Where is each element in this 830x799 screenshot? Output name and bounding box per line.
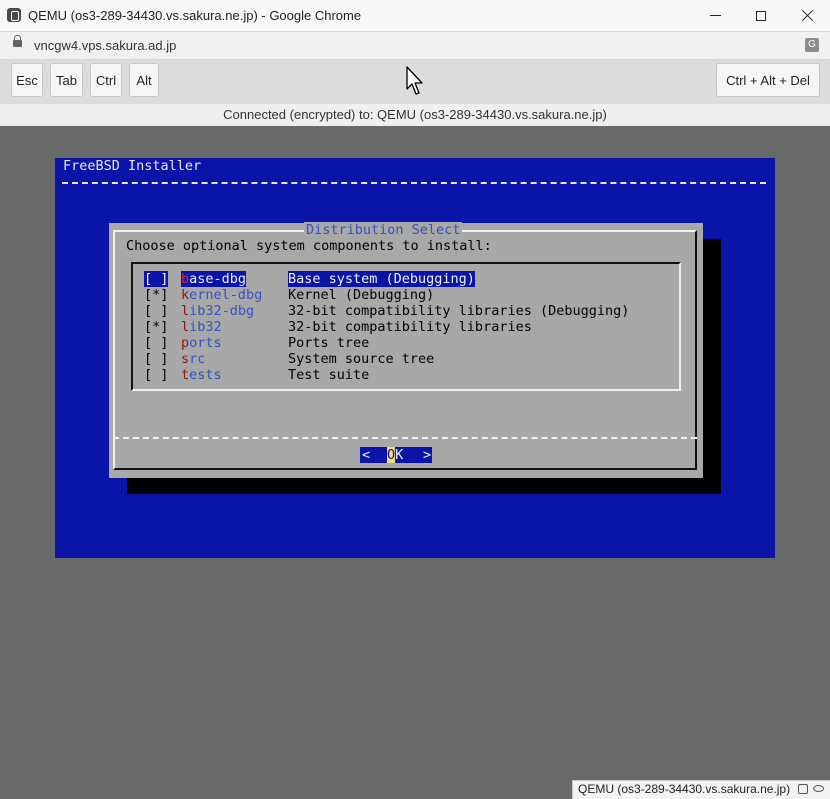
connection-status-text: Connected (encrypted) to: QEMU (os3-289-…	[223, 107, 607, 122]
component-item-ports[interactable]: [ ] ports Ports tree	[144, 335, 369, 351]
component-description: 32-bit compatibility libraries	[288, 319, 532, 335]
close-button[interactable]	[784, 0, 830, 31]
url-text[interactable]: vncgw4.vps.sakura.ad.jp	[34, 38, 176, 53]
installer-title: FreeBSD Installer	[63, 158, 202, 174]
checkbox[interactable]: [ ]	[144, 367, 168, 383]
minimize-icon	[709, 15, 721, 16]
translate-icon[interactable]: G	[805, 38, 819, 52]
component-description: Base system (Debugging)	[288, 271, 475, 287]
checkbox[interactable]: [ ]	[144, 303, 168, 319]
component-item-kernel-dbg[interactable]: [*] kernel-dbg Kernel (Debugging)	[144, 287, 434, 303]
mouse-cursor-icon	[406, 66, 423, 95]
component-item-lib32-dbg[interactable]: [ ] lib32-dbg 32-bit compatibility libra…	[144, 303, 629, 319]
component-description: 32-bit compatibility libraries (Debuggin…	[288, 303, 630, 319]
maximize-icon	[756, 10, 766, 21]
button-separator	[113, 437, 697, 439]
eye-icon[interactable]	[813, 785, 824, 792]
component-name: src	[181, 351, 206, 367]
tab-key-button[interactable]: Tab	[50, 63, 83, 97]
close-icon	[801, 9, 814, 22]
component-description: System source tree	[288, 351, 435, 367]
component-name: lib32	[181, 319, 222, 335]
component-description: Test suite	[288, 367, 370, 383]
checkbox[interactable]: [ ]	[144, 351, 168, 367]
component-item-base-dbg[interactable]: [ ] base-dbg Base system (Debugging)	[144, 271, 475, 287]
checkbox[interactable]: [ ]	[144, 335, 168, 351]
component-item-src[interactable]: [ ] src System source tree	[144, 351, 434, 367]
checkbox[interactable]: [*]	[144, 319, 168, 335]
component-name: ports	[181, 335, 222, 351]
maximize-button[interactable]	[738, 0, 784, 31]
component-description: Ports tree	[288, 335, 370, 351]
lock-icon[interactable]	[13, 35, 22, 47]
ctrl-key-button[interactable]: Ctrl	[90, 63, 122, 97]
component-description: Kernel (Debugging)	[288, 287, 435, 303]
component-name: base-dbg	[181, 271, 247, 287]
component-item-tests[interactable]: [ ] tests Test suite	[144, 367, 369, 383]
dialog-title: Distribution Select	[304, 222, 463, 238]
clipboard-icon[interactable]	[798, 784, 808, 794]
window-title: QEMU (os3-289-34430.vs.sakura.ne.jp) - G…	[28, 8, 362, 23]
ctrl-alt-del-button[interactable]: Ctrl + Alt + Del	[716, 63, 820, 97]
alt-key-button[interactable]: Alt	[129, 63, 159, 97]
component-name: lib32-dbg	[181, 303, 255, 319]
component-name: tests	[181, 367, 222, 383]
component-item-lib32[interactable]: [*] lib32 32-bit compatibility libraries	[144, 319, 532, 335]
bottom-session-text: QEMU (os3-289-34430.vs.sakura.ne.jp)	[578, 782, 791, 796]
qemu-app-icon	[7, 8, 21, 22]
title-divider	[62, 182, 766, 184]
dialog-prompt: Choose optional system components to ins…	[126, 238, 492, 254]
ok-button[interactable]: < OK >	[360, 447, 432, 463]
checkbox[interactable]: [*]	[144, 287, 168, 303]
component-name: kernel-dbg	[181, 287, 263, 303]
esc-key-button[interactable]: Esc	[11, 63, 43, 97]
minimize-button[interactable]	[692, 0, 738, 31]
checkbox[interactable]: [ ]	[144, 271, 169, 287]
